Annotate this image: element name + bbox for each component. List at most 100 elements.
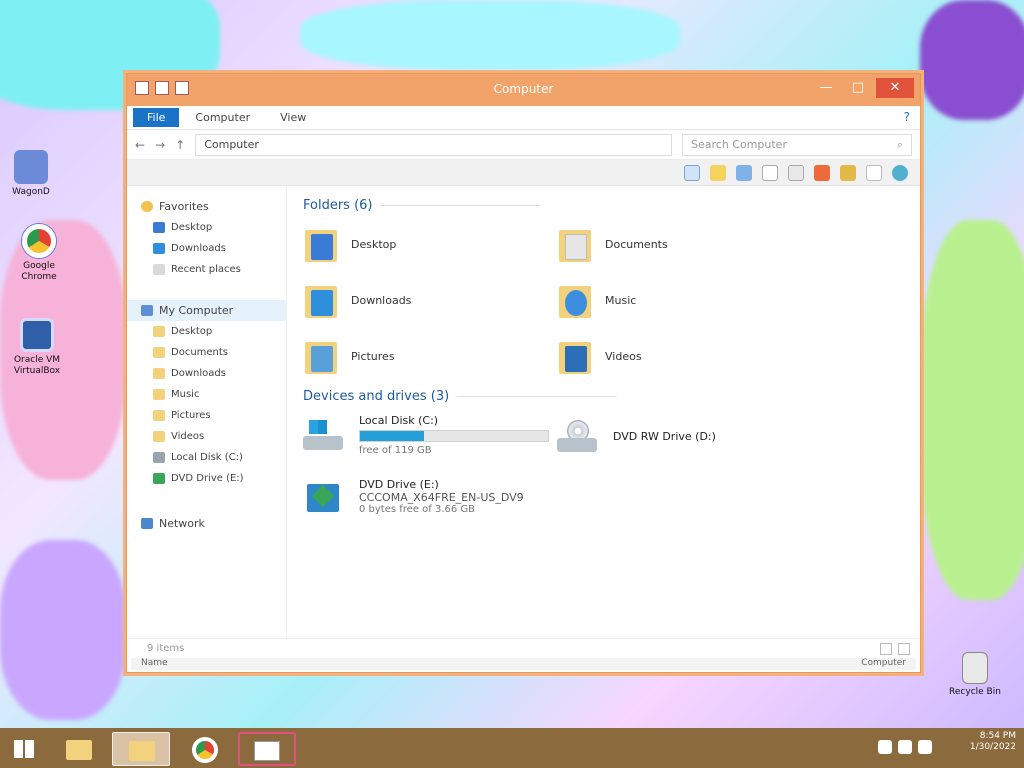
status-strip: Name Computer <box>131 658 916 670</box>
status-bar: 9 items Name Computer <box>127 638 920 672</box>
tab-file[interactable]: File <box>133 108 180 127</box>
nav-label: Videos <box>171 431 205 442</box>
nav-label: Desktop <box>171 222 213 233</box>
nav-item-pictures[interactable]: Pictures <box>127 405 286 426</box>
wallpaper-blob <box>0 540 126 720</box>
folder-name: Documents <box>605 237 668 251</box>
preview-pane-icon[interactable] <box>684 164 700 181</box>
drive-details: DVD Drive (E:) CCCOMA_X64FRE_EN-US_DV9 0… <box>359 478 524 515</box>
network-icon[interactable] <box>898 740 912 754</box>
nav-item-music[interactable]: Music <box>127 384 286 405</box>
folder-item[interactable]: Music <box>557 277 811 323</box>
folder-icon <box>153 347 165 358</box>
nav-item-desktop[interactable]: Desktop <box>127 217 286 238</box>
explorer-window: Computer — □ ✕ File Computer View ? ← → … <box>126 73 921 673</box>
pin-icon[interactable] <box>736 164 752 181</box>
explorer-body: Favorites Desktop Downloads Recent place… <box>127 186 920 638</box>
folder-item[interactable]: Videos <box>557 333 811 379</box>
folder-item[interactable]: Documents <box>557 221 811 267</box>
lightbulb-icon[interactable] <box>710 164 726 181</box>
document-icon[interactable] <box>762 164 778 181</box>
folders-group-header[interactable]: Folders (6) <box>303 198 904 213</box>
nav-item-local-disk[interactable]: Local Disk (C:) <box>127 447 286 468</box>
drive-usage-fill <box>360 431 424 441</box>
nav-item-dvd-drive[interactable]: DVD Drive (E:) <box>127 468 286 489</box>
nav-my-computer[interactable]: My Computer <box>127 300 286 321</box>
drive-volume-label: CCCOMA_X64FRE_EN-US_DV9 <box>359 491 524 504</box>
dvd-icon <box>153 473 165 484</box>
details-view-icon[interactable] <box>880 643 892 655</box>
desktop-icon-chrome[interactable]: Google Chrome <box>8 224 70 283</box>
nav-label: Network <box>159 517 205 530</box>
clipboard-icon[interactable] <box>788 164 804 181</box>
title-bar[interactable]: Computer — □ ✕ <box>127 74 920 106</box>
tab-view[interactable]: View <box>266 108 320 127</box>
content-pane: Folders (6) Desktop Documents Downloads <box>287 186 920 638</box>
drive-item-e[interactable]: DVD Drive (E:) CCCOMA_X64FRE_EN-US_DV9 0… <box>303 476 557 530</box>
folder-icon <box>129 741 155 761</box>
volume-icon[interactable] <box>918 740 932 754</box>
nav-item-downloads[interactable]: Downloads <box>127 238 286 259</box>
folder-item[interactable]: Downloads <box>303 277 557 323</box>
folder-icon <box>557 280 593 320</box>
desktop-icon-virtualbox[interactable]: Oracle VM VirtualBox <box>6 318 68 377</box>
folder-icon <box>153 410 165 421</box>
search-placeholder: Search Computer <box>691 138 787 151</box>
folder-item[interactable]: Desktop <box>303 221 557 267</box>
group-title: Folders (6) <box>303 198 373 213</box>
tiles-view-icon[interactable] <box>898 643 910 655</box>
system-tray <box>878 740 932 754</box>
folder-item[interactable]: Pictures <box>303 333 557 379</box>
nav-item-recent-places[interactable]: Recent places <box>127 259 286 280</box>
folder-icon <box>153 389 165 400</box>
taskbar-app[interactable] <box>238 732 296 766</box>
drives-group-header[interactable]: Devices and drives (3) <box>303 389 904 404</box>
nav-network[interactable]: Network <box>127 513 286 534</box>
help-icon[interactable]: ? <box>904 110 910 124</box>
nav-item-downloads[interactable]: Downloads <box>127 363 286 384</box>
group-title: Devices and drives (3) <box>303 389 450 404</box>
nav-label: Documents <box>171 347 229 358</box>
start-button[interactable] <box>4 732 46 766</box>
close-button[interactable]: ✕ <box>876 78 914 98</box>
brush-icon[interactable] <box>840 164 856 181</box>
tab-computer[interactable]: Computer <box>181 108 264 127</box>
image-icon[interactable] <box>866 164 882 181</box>
recycle-bin-icon <box>962 652 988 684</box>
forward-button[interactable]: → <box>155 138 165 152</box>
flag-icon[interactable] <box>878 740 892 754</box>
nav-item-documents[interactable]: Documents <box>127 342 286 363</box>
address-path[interactable]: Computer <box>195 133 672 156</box>
nav-item-desktop[interactable]: Desktop <box>127 321 286 342</box>
up-button[interactable]: ↑ <box>175 138 185 152</box>
minimize-button[interactable]: — <box>812 78 840 98</box>
nav-favorites[interactable]: Favorites <box>127 196 286 217</box>
drive-item-d[interactable]: DVD RW Drive (D:) <box>557 412 811 466</box>
drive-details: Local Disk (C:) free of 119 GB <box>359 414 549 456</box>
navigation-pane: Favorites Desktop Downloads Recent place… <box>127 186 287 638</box>
nav-label: My Computer <box>159 304 234 317</box>
search-input[interactable]: Search Computer ⌕ <box>682 133 912 156</box>
folder-name: Videos <box>605 349 642 363</box>
back-button[interactable]: ← <box>135 138 145 152</box>
taskbar-explorer-window[interactable] <box>112 732 170 766</box>
pencil-icon[interactable] <box>814 164 830 181</box>
globe-icon[interactable] <box>892 164 908 181</box>
taskbar: 8:54 PM 1/30/2022 <box>0 728 1024 768</box>
nav-item-videos[interactable]: Videos <box>127 426 286 447</box>
toolbar <box>127 160 920 186</box>
folder-icon <box>153 431 165 442</box>
desktop-icon-wagon[interactable]: WagonD <box>0 150 62 198</box>
taskbar-chrome[interactable] <box>176 732 234 766</box>
dvd-drive-icon <box>303 484 347 518</box>
file-explorer-icon <box>66 740 92 760</box>
desktop-icon-recycle-bin[interactable]: Recycle Bin <box>944 652 1006 698</box>
status-right: Computer <box>861 658 906 668</box>
clock[interactable]: 8:54 PM 1/30/2022 <box>970 731 1016 753</box>
taskbar-file-explorer[interactable] <box>52 732 104 766</box>
app-icon <box>254 741 280 761</box>
folder-icon <box>303 280 339 320</box>
drive-item-c[interactable]: Local Disk (C:) free of 119 GB <box>303 412 557 466</box>
folder-icon <box>557 224 593 264</box>
maximize-button[interactable]: □ <box>844 78 872 98</box>
